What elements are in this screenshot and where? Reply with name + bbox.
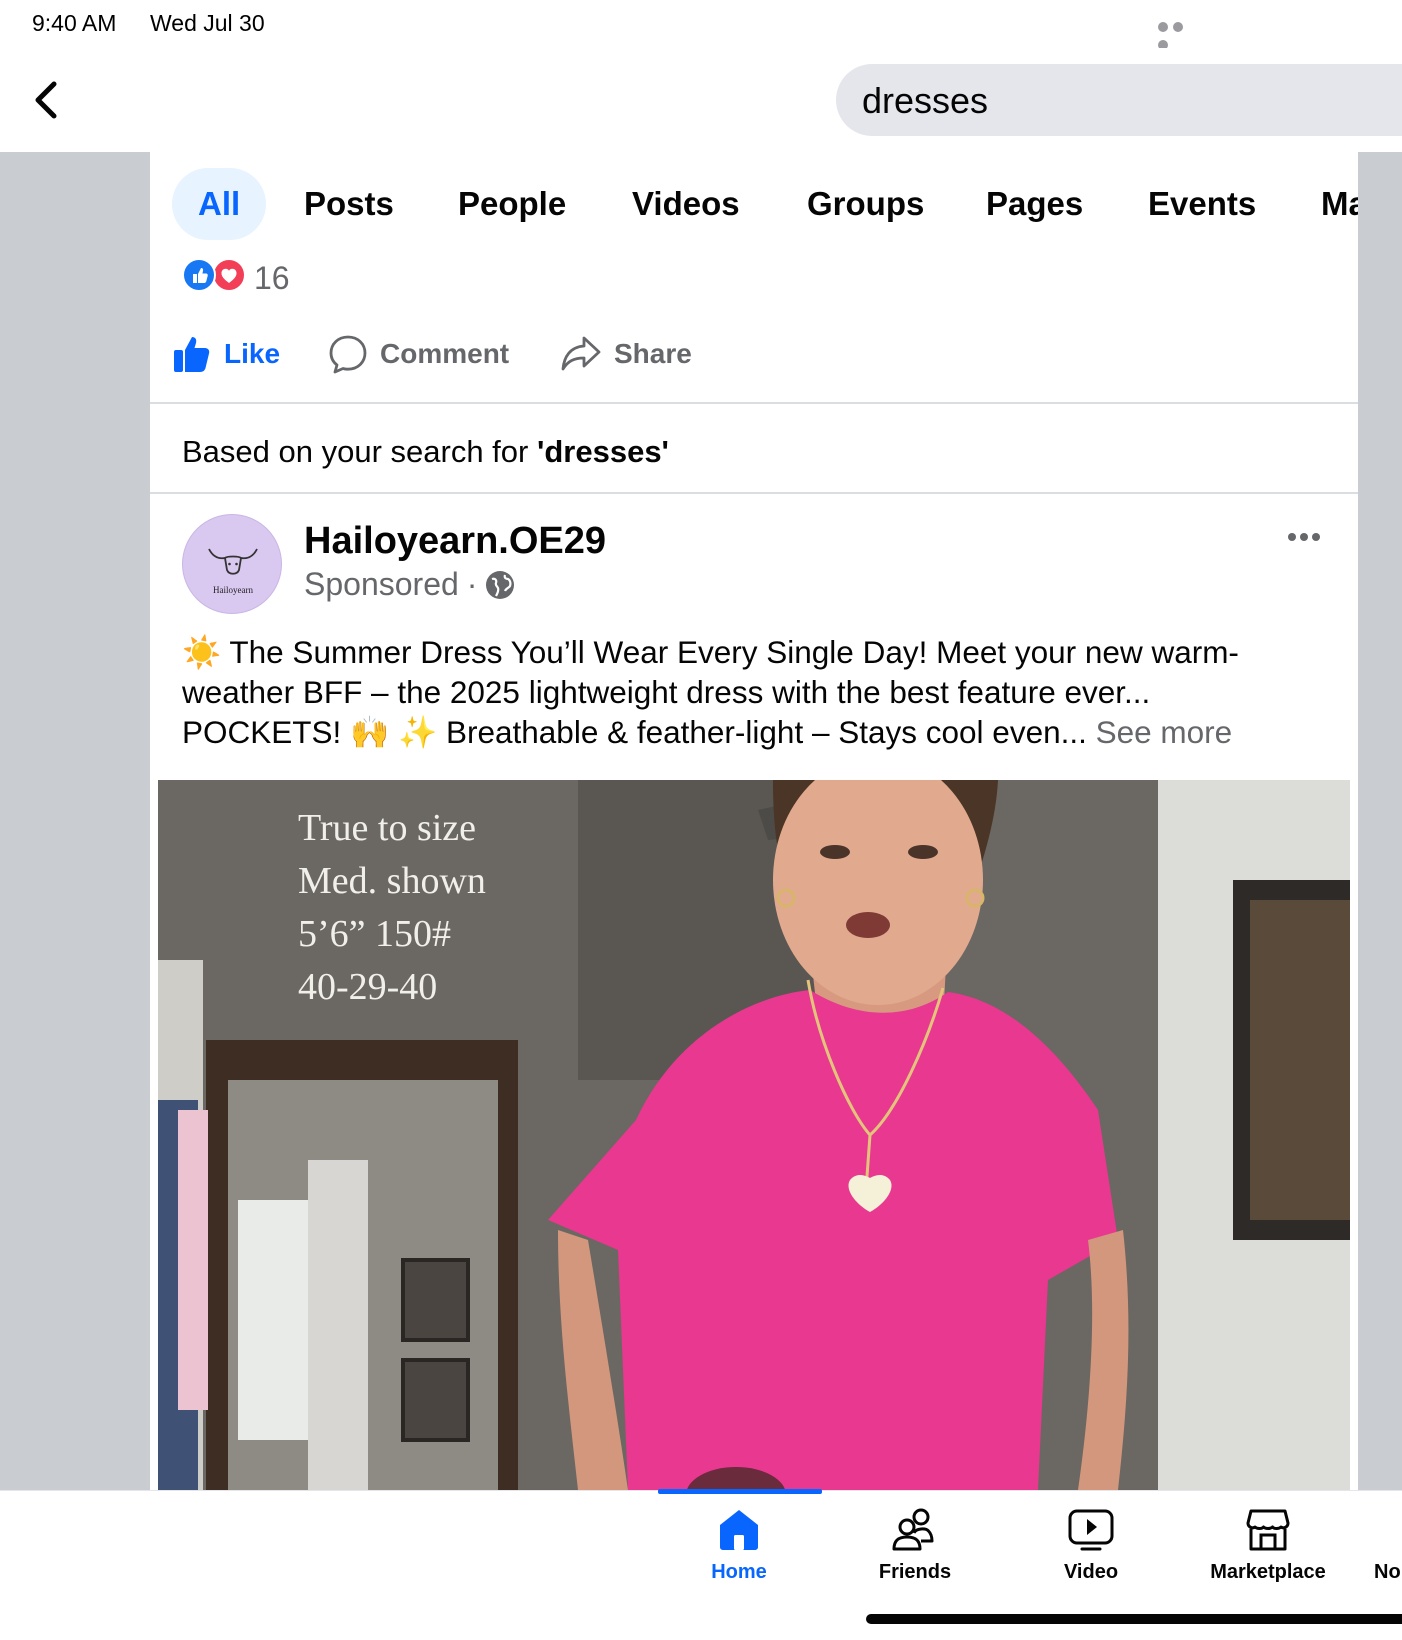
post-meta: Sponsored · bbox=[304, 566, 515, 603]
overlay-line: 5’6” 150# bbox=[298, 913, 452, 955]
status-bar: 9:40 AM Wed Jul 30 bbox=[0, 0, 1402, 50]
feed-gutter-left bbox=[0, 152, 150, 1490]
post-text-line: POCKETS! 🙌 ✨ Breathable & feather-light … bbox=[182, 714, 1087, 750]
nav-video[interactable]: Video bbox=[1011, 1505, 1171, 1595]
nav-home[interactable]: Home bbox=[659, 1505, 819, 1595]
tab-marketplace[interactable]: Ma bbox=[1321, 168, 1358, 240]
friends-icon bbox=[892, 1508, 934, 1551]
back-button[interactable] bbox=[28, 72, 68, 128]
search-query[interactable]: dresses bbox=[862, 80, 988, 122]
feed-gutter-right bbox=[1358, 152, 1402, 1490]
divider bbox=[150, 492, 1358, 494]
tab-pages[interactable]: Pages bbox=[986, 168, 1083, 240]
nav-notifications[interactable]: No bbox=[1352, 1505, 1402, 1595]
divider bbox=[150, 402, 1358, 404]
share-button[interactable]: Share bbox=[560, 330, 692, 378]
post-text-line-last: POCKETS! 🙌 ✨ Breathable & feather-light … bbox=[182, 712, 1312, 752]
tab-events[interactable]: Events bbox=[1148, 168, 1256, 240]
share-label: Share bbox=[614, 338, 692, 369]
overlay-line: True to size bbox=[298, 807, 477, 849]
overlay-line: 40-29-40 bbox=[298, 966, 438, 1008]
recommendation-reason: Based on your search for 'dresses' bbox=[182, 434, 669, 470]
nav-friends-label: Friends bbox=[878, 1561, 952, 1583]
thumbs-up-icon bbox=[174, 337, 210, 372]
status-time: 9:40 AM bbox=[32, 10, 117, 36]
search-input[interactable]: dresses bbox=[836, 64, 1402, 136]
nav-video-label: Video bbox=[1063, 1561, 1119, 1583]
comment-bubble-icon bbox=[329, 335, 367, 374]
like-label: Like bbox=[224, 338, 281, 369]
recommendation-term: 'dresses' bbox=[536, 434, 669, 469]
like-button[interactable]: Like bbox=[172, 330, 280, 378]
post-text-line: ☀️ The Summer Dress You’ll Wear Every Si… bbox=[182, 634, 1239, 670]
tab-videos[interactable]: Videos bbox=[632, 168, 740, 240]
like-reaction-icon bbox=[182, 258, 216, 292]
comment-button[interactable]: Comment bbox=[328, 330, 509, 378]
search-results-feed: All Posts People Videos Groups Pages Eve… bbox=[150, 152, 1358, 1490]
status-date: Wed Jul 30 bbox=[150, 10, 265, 36]
sponsored-label: Sponsored bbox=[304, 566, 459, 602]
globe-icon bbox=[486, 570, 515, 599]
active-tab-indicator bbox=[658, 1489, 822, 1494]
post-text-line: weather BFF – the 2025 lightweight dress… bbox=[182, 674, 1151, 710]
overlay-line: Med. shown bbox=[298, 860, 486, 902]
meta-separator: · bbox=[466, 566, 478, 602]
tab-posts[interactable]: Posts bbox=[304, 168, 394, 240]
video-overlay-text: True to size Med. shown 5’6” 150# 40-29-… bbox=[298, 802, 486, 1014]
tab-all[interactable]: All bbox=[172, 168, 267, 240]
multitasking-dots-icon[interactable] bbox=[1158, 19, 1202, 50]
home-indicator[interactable] bbox=[866, 1614, 1402, 1624]
reaction-count: 16 bbox=[254, 260, 290, 296]
avatar-logo-text: Hailoyearn bbox=[213, 585, 253, 595]
comment-label: Comment bbox=[380, 338, 510, 369]
nav-friends[interactable]: Friends bbox=[835, 1505, 995, 1595]
marketplace-icon bbox=[1246, 1509, 1290, 1551]
nav-home-label: Home bbox=[711, 1561, 767, 1583]
nav-marketplace[interactable]: Marketplace bbox=[1188, 1505, 1348, 1595]
tab-groups[interactable]: Groups bbox=[807, 168, 924, 240]
recommendation-prefix: Based on your search for bbox=[182, 434, 537, 469]
nav-marketplace-label: Marketplace bbox=[1210, 1561, 1326, 1583]
tab-people[interactable]: People bbox=[458, 168, 566, 240]
home-icon bbox=[720, 1510, 758, 1550]
see-more-link[interactable]: See more bbox=[1096, 714, 1233, 750]
search-header: dresses bbox=[0, 48, 1402, 152]
search-filter-tabs: All Posts People Videos Groups Pages Eve… bbox=[150, 168, 1358, 242]
love-reaction-icon bbox=[212, 258, 246, 292]
chevron-left-icon bbox=[35, 81, 57, 119]
post-video[interactable]: True to size Med. shown 5’6” 150# 40-29-… bbox=[158, 780, 1350, 1490]
post-options-button[interactable] bbox=[1288, 528, 1328, 542]
post-text: ☀️ The Summer Dress You’ll Wear Every Si… bbox=[182, 632, 1312, 752]
video-icon bbox=[1068, 1509, 1114, 1551]
bottom-tab-bar: Home Friends Video Marketplace No bbox=[0, 1489, 1402, 1640]
nav-notifications-label: No bbox=[1374, 1561, 1401, 1583]
page-name[interactable]: Hailoyearn.OE29 bbox=[304, 520, 606, 563]
page-avatar[interactable]: Hailoyearn bbox=[182, 514, 282, 614]
bull-logo-icon bbox=[208, 548, 258, 575]
post-action-bar: Like Comment Share bbox=[150, 330, 1358, 394]
share-arrow-icon bbox=[561, 336, 601, 371]
